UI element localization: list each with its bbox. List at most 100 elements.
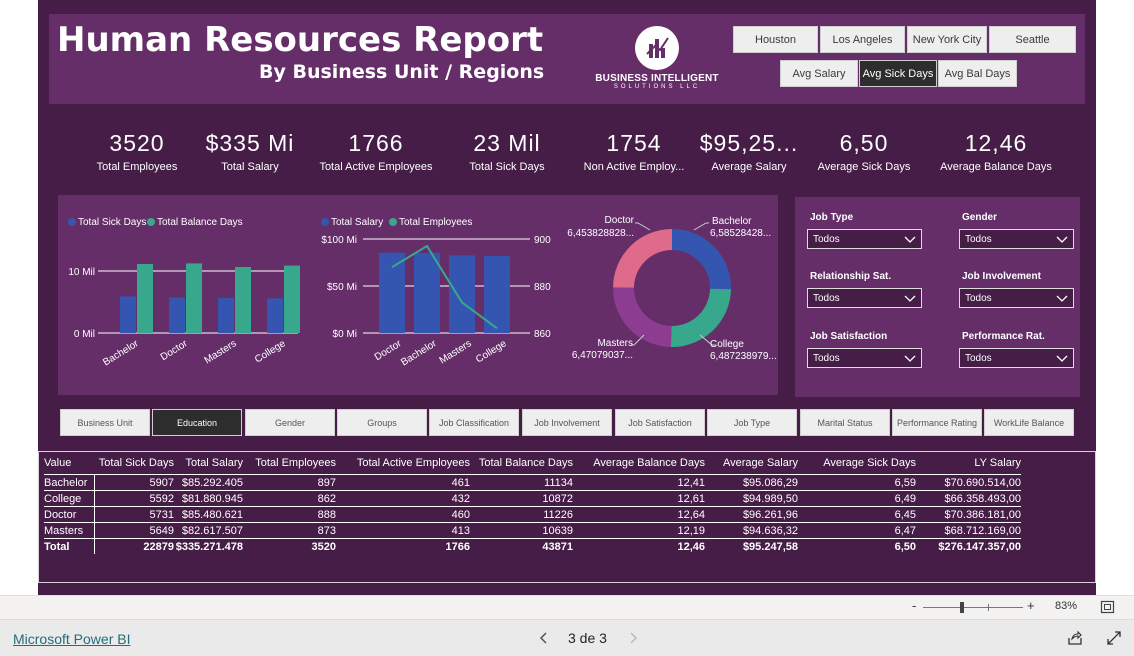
report-title: Human Resources Report (57, 20, 544, 60)
share-icon[interactable] (1067, 630, 1083, 646)
table-cell: 6,47 (894, 524, 916, 537)
kpi-value: 3520 (109, 130, 165, 156)
table-cell: 11226 (543, 508, 573, 521)
filter-dropdown-performance-rat[interactable]: Todos (959, 348, 1074, 368)
column-header[interactable]: Average Balance Days (573, 456, 705, 475)
filter-dropdown-job-type[interactable]: Todos (807, 229, 922, 249)
table-row[interactable]: Doctor 5731 $85.480.621 888 460 11226 12,64 $96… (44, 506, 1021, 523)
x-tick-label: Masters (438, 338, 474, 366)
previous-page-icon[interactable] (539, 632, 549, 644)
column-header[interactable]: Total Salary (174, 456, 243, 475)
tab-education[interactable]: Education (152, 409, 242, 436)
filter-dropdown-job-involvement[interactable]: Todos (959, 288, 1074, 308)
donut-value-label: 6,487238979... (710, 351, 777, 362)
row-label-cell: College (44, 490, 95, 507)
data-table-visual: Value Total Sick Days Total Salary Total… (38, 451, 1096, 583)
donut-value-label: 6,453828828... (567, 228, 634, 239)
tab-worklife-balance[interactable]: WorkLife Balance (984, 409, 1074, 436)
tab-marital-status[interactable]: Marital Status (800, 409, 890, 436)
y-tick-label-right: 860 (534, 329, 551, 340)
column-header[interactable]: Average Sick Days (798, 456, 916, 475)
row-label-cell: Doctor (44, 506, 95, 523)
table-cell: 873 (317, 524, 336, 537)
column-header[interactable]: LY Salary (916, 456, 1021, 475)
table-row[interactable]: Masters 5649 $82.617.507 873 413 10639 12,19 $9… (44, 522, 1021, 539)
filter-dropdown-relationship-sat[interactable]: Todos (807, 288, 922, 308)
table-cell: 12,64 (677, 508, 705, 521)
fullscreen-icon[interactable] (1106, 630, 1122, 646)
fit-to-page-icon[interactable] (1100, 600, 1115, 614)
bar-total-salary (414, 252, 440, 333)
metric-button-avg-salary[interactable]: Avg Salary (780, 60, 858, 87)
chevron-down-icon (1056, 236, 1068, 243)
tab-job-classification[interactable]: Job Classification (429, 409, 519, 436)
table-cell: $95.086,29 (742, 476, 798, 489)
filter-dropdown-job-satisfaction[interactable]: Todos (807, 348, 922, 368)
table-cell: 413 (451, 524, 470, 537)
logo-mark-icon (635, 26, 679, 70)
charts-canvas: Total Sick Days Total Balance Days 10 Mil 0… (68, 215, 777, 369)
filter-dropdown-gender[interactable]: Todos (959, 229, 1074, 249)
next-page-icon[interactable] (628, 632, 638, 644)
chevron-down-icon (904, 355, 916, 362)
filter-label-job-type: Job Type (810, 212, 854, 223)
column-header[interactable]: Total Employees (243, 456, 336, 475)
tab-job-type[interactable]: Job Type (707, 409, 797, 436)
table-cell: $94.636,32 (742, 524, 798, 537)
city-button-seattle[interactable]: Seattle (989, 26, 1076, 53)
kpi-label: Average Sick Days (817, 161, 911, 173)
tab-business-unit[interactable]: Business Unit (60, 409, 150, 436)
column-header[interactable]: Average Salary (705, 456, 798, 475)
city-button-houston[interactable]: Houston (733, 26, 818, 53)
table-cell: 461 (451, 476, 470, 489)
zoom-slider-tick (988, 604, 989, 611)
zoom-slider-track[interactable] (923, 607, 1023, 608)
x-tick-label: College (253, 338, 288, 366)
y-tick-label: 10 Mil (68, 267, 95, 278)
x-tick-label: Bachelor (101, 338, 141, 369)
y-tick-label-right: 900 (534, 235, 551, 246)
city-button-new-york-city[interactable]: New York City (907, 26, 987, 53)
metric-button-avg-bal-days[interactable]: Avg Bal Days (938, 60, 1017, 87)
tab-groups[interactable]: Groups (337, 409, 427, 436)
table-cell: 6,45 (894, 508, 916, 521)
power-bi-link[interactable]: Microsoft Power BI (13, 631, 130, 647)
table-cell: 460 (451, 508, 470, 521)
table-cell: $85.480.621 (181, 508, 243, 521)
total-cell: Total (44, 538, 95, 554)
table-cell: 12,41 (677, 476, 705, 489)
total-cell: $276.147.357,00 (938, 540, 1021, 553)
table-row[interactable]: Bachelor 5907 $85.292.405 897 461 11134 12,41 $… (44, 474, 1021, 491)
tab-performance-rating[interactable]: Performance Rating (892, 409, 982, 436)
kpi-total-active-employees: 1766 Total Active Employees (311, 130, 441, 173)
column-header[interactable]: Total Balance Days (470, 456, 573, 475)
column-header[interactable]: Value (44, 456, 94, 475)
tab-job-involvement[interactable]: Job Involvement (522, 409, 612, 436)
table-cell: $82.617.507 (181, 524, 243, 537)
column-header[interactable]: Total Sick Days (94, 456, 174, 475)
metric-button-avg-sick-days[interactable]: Avg Sick Days (859, 60, 937, 87)
tab-job-satisfaction[interactable]: Job Satisfaction (615, 409, 705, 436)
table-cell: 12,61 (677, 492, 705, 505)
zoom-out-button[interactable]: - (912, 598, 916, 613)
bar-total-sick-days (169, 297, 185, 333)
tab-gender[interactable]: Gender (245, 409, 335, 436)
city-button-los-angeles[interactable]: Los Angeles (820, 26, 905, 53)
kpi-label: Total Salary (221, 161, 279, 173)
donut-category-label: Doctor (605, 215, 635, 226)
total-cell: 43871 (542, 540, 573, 553)
report-canvas: Human Resources Report By Business Unit … (38, 0, 1096, 595)
zoom-in-button[interactable]: + (1027, 598, 1035, 613)
table-row[interactable]: College 5592 $81.880.945 862 432 10872 12,61 $9… (44, 490, 1021, 507)
bar-total-balance-days (284, 265, 300, 333)
column-header[interactable]: Total Active Employees (336, 456, 470, 475)
zoom-bar: - + 83% (0, 595, 1134, 620)
table-total-row: Total 22879 $335.271.478 3520 1766 43871 12,46… (44, 538, 1021, 554)
zoom-slider-thumb[interactable] (960, 602, 964, 613)
kpi-value: $335 Mi (205, 130, 295, 156)
callout-line (693, 222, 709, 231)
y-tick-label-left: $0 Mi (333, 329, 357, 340)
donut-value-label: 6,58528428... (710, 228, 771, 239)
table-cell: $81.880.945 (181, 492, 243, 505)
filter-label-gender: Gender (962, 212, 998, 223)
